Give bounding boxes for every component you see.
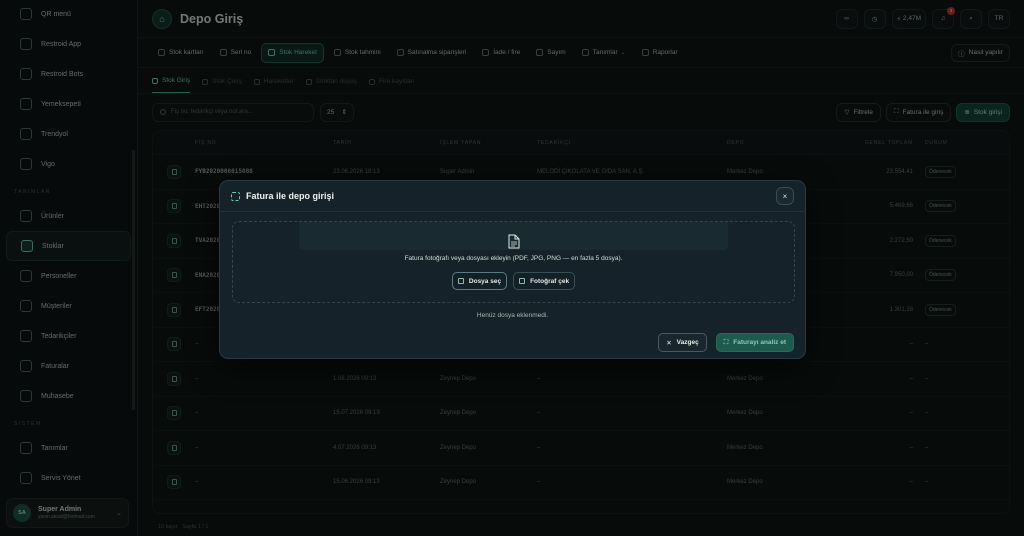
invoice-entry-modal: Fatura ile depo girişi × Fatura fotoğraf… (219, 180, 806, 359)
file-icon (508, 234, 520, 249)
app-root: QR menüRestroid AppRestroid BotsYemeksep… (0, 0, 1024, 536)
modal-header: Fatura ile depo girişi × (220, 181, 805, 212)
close-icon: ✕ (666, 339, 672, 347)
drop-instructions: Fatura fotoğrafı veya dosyası ekleyin (P… (404, 255, 623, 262)
analyze-invoice-button[interactable]: ⛶ Faturayı analiz et (715, 333, 794, 352)
cancel-button[interactable]: ✕ Vazgeç (658, 333, 707, 352)
modal-actions: ✕ Vazgeç ⛶ Faturayı analiz et (658, 333, 794, 352)
choose-file-button[interactable]: Dosya seç (451, 272, 508, 290)
file-drop-zone[interactable]: Fatura fotoğrafı veya dosyası ekleyin (P… (232, 221, 795, 303)
take-photo-label: Fotoğraf çek (530, 277, 570, 285)
scan-icon: ⛶ (723, 338, 729, 346)
drop-actions: Dosya seç Fotoğraf çek (233, 272, 794, 290)
close-button[interactable]: × (776, 187, 794, 205)
camera-icon (519, 278, 526, 284)
analyze-label: Faturayı analiz et (733, 339, 786, 346)
upload-icon (457, 278, 464, 284)
scan-icon (231, 191, 240, 201)
choose-file-label: Dosya seç (468, 277, 502, 285)
close-icon: × (782, 191, 788, 201)
take-photo-button[interactable]: Fotoğraf çek (513, 272, 576, 290)
cancel-label: Vazgeç (676, 339, 699, 346)
modal-title: Fatura ile depo girişi (246, 191, 335, 201)
empty-files-message: Henüz dosya eklenmedi. (476, 312, 549, 319)
